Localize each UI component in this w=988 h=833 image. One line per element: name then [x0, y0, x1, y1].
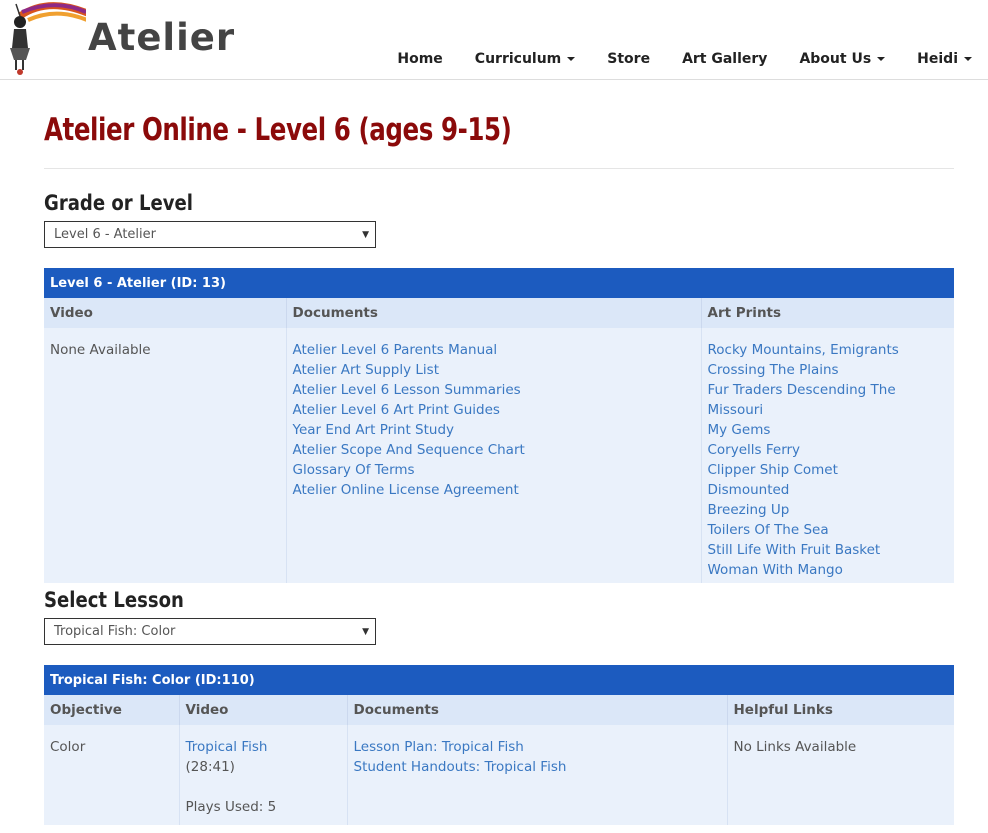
lesson-documents-cell: Lesson Plan: Tropical Fish Student Hando…: [347, 725, 728, 825]
lesson-select[interactable]: Tropical Fish: Color ▼: [44, 618, 376, 645]
column-header-video: Video: [44, 298, 287, 328]
nav-store-label: Store: [607, 51, 651, 67]
nav-curriculum-label: Curriculum: [474, 51, 562, 67]
plays-used: Plays Used: 5: [185, 799, 277, 815]
caret-down-icon: [567, 57, 576, 61]
atelier-logo[interactable]: Atelier: [6, 2, 234, 76]
art-print-link[interactable]: My Gems: [708, 420, 949, 440]
grade-select[interactable]: Level 6 - Atelier ▼: [44, 221, 376, 248]
document-link[interactable]: Atelier Scope And Sequence Chart: [293, 440, 695, 460]
video-cell: None Available: [44, 328, 287, 583]
helpful-links-none: No Links Available: [733, 739, 857, 755]
nav-about-us[interactable]: About Us: [783, 51, 901, 67]
column-header-documents: Documents: [286, 298, 702, 328]
document-link[interactable]: Atelier Level 6 Parents Manual: [293, 340, 695, 360]
nav-art-gallery[interactable]: Art Gallery: [666, 51, 783, 67]
nav-store[interactable]: Store: [591, 51, 666, 67]
helpful-links-cell: No Links Available: [727, 725, 954, 825]
lesson-table: Objective Video Documents Helpful Links …: [44, 695, 954, 825]
art-print-link[interactable]: Fur Traders Descending The Missouri: [708, 380, 908, 420]
lesson-panel-title: Tropical Fish: Color (ID:110): [44, 665, 954, 695]
lesson-video-cell: Tropical Fish (28:41) Plays Used: 5: [179, 725, 348, 825]
art-print-link[interactable]: Breezing Up: [708, 500, 949, 520]
objective-value: Color: [50, 739, 86, 755]
nav-user-label: Heidi: [917, 51, 958, 67]
art-print-link[interactable]: Toilers Of The Sea: [708, 520, 949, 540]
nav-user-menu[interactable]: Heidi: [901, 51, 988, 67]
document-link[interactable]: Atelier Level 6 Art Print Guides: [293, 400, 695, 420]
column-header-documents: Documents: [347, 695, 728, 725]
grade-heading: Grade or Level: [44, 191, 193, 215]
nav-art-gallery-label: Art Gallery: [682, 51, 768, 67]
art-print-link[interactable]: Coryells Ferry: [708, 440, 949, 460]
art-print-link[interactable]: Crossing The Plains: [708, 360, 949, 380]
nav-curriculum[interactable]: Curriculum: [459, 51, 591, 67]
dropdown-arrow-icon: ▼: [362, 230, 369, 240]
caret-down-icon: [964, 57, 972, 61]
column-header-video: Video: [179, 695, 348, 725]
video-link[interactable]: Tropical Fish: [186, 737, 341, 757]
main-content: Atelier Online - Level 6 (ages 9-15) Gra…: [44, 80, 954, 825]
art-print-link[interactable]: Dismounted: [708, 480, 949, 500]
level-table: Video Documents Art Prints None Availabl…: [44, 298, 954, 583]
navbar: Atelier Home Curriculum Store Art Galler…: [0, 0, 988, 80]
nav-home-label: Home: [397, 51, 443, 67]
artist-figure-icon: [10, 2, 104, 75]
art-print-link[interactable]: Clipper Ship Comet: [708, 460, 949, 480]
video-duration: (28:41): [185, 759, 235, 775]
level-panel-title: Level 6 - Atelier (ID: 13): [44, 268, 954, 298]
nav-home[interactable]: Home: [381, 51, 458, 67]
art-print-link[interactable]: Still Life With Fruit Basket: [708, 540, 949, 560]
documents-cell: Atelier Level 6 Parents Manual Atelier A…: [286, 328, 702, 583]
page-title: Atelier Online - Level 6 (ages 9-15): [44, 112, 512, 148]
objective-cell: Color: [44, 725, 180, 825]
art-prints-cell: Rocky Mountains, Emigrants Crossing The …: [701, 328, 954, 583]
document-link[interactable]: Atelier Online License Agreement: [293, 480, 695, 500]
grade-select-value: Level 6 - Atelier: [54, 227, 157, 242]
document-link[interactable]: Atelier Level 6 Lesson Summaries: [293, 380, 695, 400]
video-none: None Available: [50, 342, 151, 358]
dropdown-arrow-icon: ▼: [362, 627, 369, 637]
lesson-document-link[interactable]: Student Handouts: Tropical Fish: [354, 757, 721, 777]
caret-down-icon: [877, 57, 886, 61]
main-nav: Home Curriculum Store Art Gallery About …: [381, 51, 988, 67]
document-link[interactable]: Atelier Art Supply List: [293, 360, 695, 380]
logo-text: Atelier: [88, 16, 236, 59]
document-link[interactable]: Glossary Of Terms: [293, 460, 695, 480]
lesson-heading: Select Lesson: [44, 588, 184, 612]
column-header-objective: Objective: [44, 695, 180, 725]
level-panel: Level 6 - Atelier (ID: 13) Video Documen…: [44, 268, 954, 583]
art-print-link[interactable]: Rocky Mountains, Emigrants: [708, 340, 949, 360]
lesson-document-link[interactable]: Lesson Plan: Tropical Fish: [354, 737, 721, 757]
art-print-link[interactable]: Woman With Mango: [708, 560, 949, 580]
column-header-helpful-links: Helpful Links: [727, 695, 954, 725]
document-link[interactable]: Year End Art Print Study: [293, 420, 695, 440]
divider: [44, 168, 954, 169]
column-header-art-prints: Art Prints: [701, 298, 954, 328]
lesson-panel: Tropical Fish: Color (ID:110) Objective …: [44, 665, 954, 825]
lesson-select-value: Tropical Fish: Color: [54, 624, 176, 639]
nav-about-us-label: About Us: [799, 51, 872, 67]
